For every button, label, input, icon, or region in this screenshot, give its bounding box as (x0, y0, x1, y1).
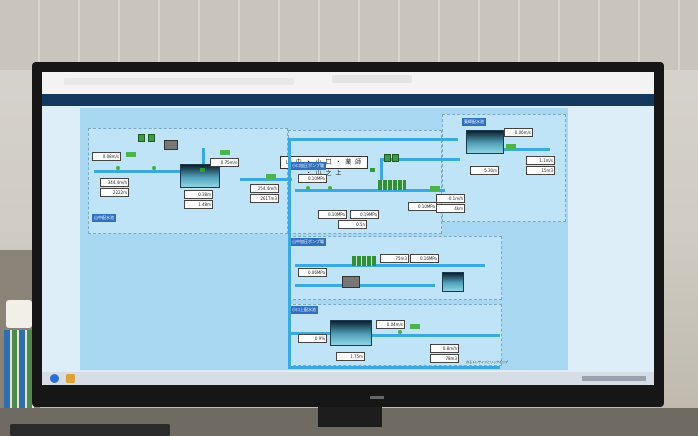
value-box: 2222m (100, 188, 129, 197)
value-box: 0.10MPa (318, 210, 347, 219)
value-box: 75m3 (380, 254, 409, 263)
book-spines (4, 330, 34, 420)
pipe (295, 284, 435, 287)
section-yakushi-label: 薬師配水池 (462, 118, 486, 126)
control-panel (164, 140, 178, 150)
section-koguchi-pump-label: 小口加圧ポンプ場 (290, 162, 326, 170)
flow-gauge (126, 152, 136, 157)
pipe (295, 264, 485, 267)
small-tank (442, 272, 464, 292)
value-box: 0.9% (298, 334, 327, 343)
value-box: 5.30m (470, 166, 499, 175)
value-box: -0.1m/h (436, 194, 465, 203)
value-box: 0.75m/s (210, 158, 239, 167)
pump-group-koguchi (378, 180, 406, 190)
browser-tab[interactable] (332, 75, 412, 83)
value-box: 78m3 (430, 354, 459, 363)
app-navbar (42, 94, 654, 106)
value-box: 2617m3 (250, 194, 279, 203)
monitor: 山 中 ・ 小 口 ・ 薬 師 ・ 山 之 上 山中配水池 小口加圧ポンプ場 山… (32, 62, 664, 407)
monitor-stand (318, 405, 382, 427)
value-box: 0.19MPa (350, 210, 379, 219)
value-box: 344.4m/h (100, 178, 129, 187)
browser-chrome (42, 72, 654, 95)
value-box: 0.16MPa (410, 254, 439, 263)
pipe (288, 366, 500, 369)
section-yamanaka-pump-label: 山中加圧ポンプ場 (290, 238, 326, 246)
pump (392, 154, 399, 162)
value-box: 0.08m/s (92, 152, 121, 161)
value-box: 0.06m/s (504, 128, 533, 137)
koguchi-upper-tank (330, 320, 372, 346)
valve (200, 168, 205, 172)
desk-cup (6, 300, 32, 328)
system-tray (582, 376, 646, 381)
section-koguchi-upper-label: 小口上配水池 (290, 306, 318, 314)
monitor-logo (370, 396, 384, 399)
valve-indicator (152, 166, 156, 170)
value-box: 0.10MPa (298, 174, 327, 183)
keyboard (10, 424, 170, 436)
pipe (370, 334, 500, 337)
value-box: 0.04m/s (376, 320, 405, 329)
value-box: 1.1m/s (526, 156, 555, 165)
value-box: 254.4m/h (250, 184, 279, 193)
value-box: 4km (436, 204, 465, 213)
valve-indicator (398, 330, 402, 334)
value-box: 0.06MPa (298, 268, 327, 277)
valve (370, 168, 375, 172)
yakushi-tank (466, 130, 504, 154)
pipe (295, 189, 445, 192)
flow-gauge (506, 144, 516, 149)
valve-indicator (116, 166, 120, 170)
value-box: 0.38m (184, 190, 213, 199)
value-box: 0.8m/h (430, 344, 459, 353)
pipe (288, 138, 458, 141)
pump (384, 154, 391, 162)
pump (138, 134, 145, 142)
flow-gauge (430, 186, 440, 191)
valve-indicator (328, 186, 332, 190)
flow-gauge (266, 174, 276, 179)
monitor-screen: 山 中 ・ 小 口 ・ 薬 師 ・ 山 之 上 山中配水池 小口加圧ポンプ場 山… (42, 72, 654, 385)
value-box: 15m3 (526, 166, 555, 175)
valve-indicator (306, 186, 310, 190)
flow-gauge (410, 324, 420, 329)
explorer-icon[interactable] (66, 374, 75, 383)
control-panel (342, 276, 360, 288)
value-box: 1.75m (336, 352, 365, 361)
value-box: 1.48m (184, 200, 213, 209)
flow-gauge (220, 150, 230, 155)
pump-group-yamanaka (352, 256, 376, 266)
value-box: 0.10MPa (408, 202, 437, 211)
value-box: 0.5h (338, 220, 367, 229)
pump (148, 134, 155, 142)
window-blind (0, 0, 698, 70)
scada-diagram: 山 中 ・ 小 口 ・ 薬 師 ・ 山 之 上 山中配水池 小口加圧ポンプ場 山… (80, 108, 568, 370)
start-icon[interactable] (50, 374, 59, 383)
address-bar[interactable] (64, 78, 294, 85)
section-yamanaka-label: 山中配水池 (92, 214, 116, 222)
footer-label: のるトレサイツとリックポンプ (466, 360, 508, 364)
taskbar (42, 372, 654, 385)
